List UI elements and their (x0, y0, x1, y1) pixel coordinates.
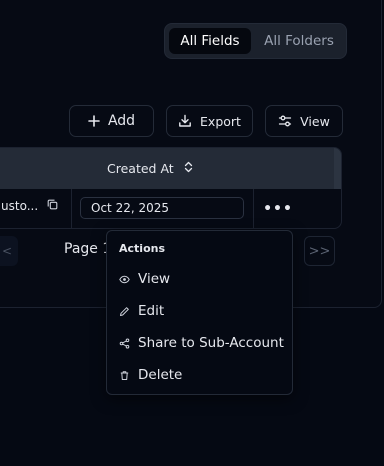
all-fields-tab[interactable]: All Fields (169, 28, 251, 54)
chevron-left-icon: < (1, 244, 12, 258)
fields-table: Created At usto... Oct 22, 2025 ••• (0, 147, 342, 229)
copy-icon[interactable] (47, 199, 58, 213)
menu-item-share[interactable]: Share to Sub-Account (111, 330, 288, 356)
eye-icon (119, 274, 130, 285)
menu-item-label: Delete (138, 367, 183, 383)
menu-item-label: Edit (138, 303, 165, 319)
column-divider (71, 189, 72, 228)
share-icon (119, 338, 130, 349)
actions-menu: Actions View Edit Share to Sub-Account D… (106, 230, 293, 395)
sliders-icon (278, 114, 292, 128)
fields-folders-toggle: All Fields All Folders (164, 23, 347, 59)
table-header: Created At (0, 148, 341, 189)
last-page-button[interactable]: >> (304, 236, 335, 266)
download-icon (178, 114, 192, 128)
header-scroll-area (334, 148, 341, 189)
menu-item-label: View (138, 271, 171, 287)
view-label: View (300, 113, 330, 129)
add-label: Add (107, 113, 136, 129)
sort-icon (184, 161, 193, 176)
table-row: usto... Oct 22, 2025 ••• (0, 189, 341, 228)
menu-item-edit[interactable]: Edit (111, 298, 288, 324)
export-label: Export (200, 113, 241, 129)
menu-item-label: Share to Sub-Account (138, 335, 284, 351)
double-chevron-right-icon: >> (308, 243, 331, 259)
column-header-label: Created At (107, 161, 174, 176)
menu-title: Actions (119, 242, 165, 255)
all-folders-tab[interactable]: All Folders (255, 28, 343, 54)
column-header-created-at[interactable]: Created At (107, 148, 193, 189)
name-value: usto... (1, 199, 39, 213)
add-button[interactable]: Add (69, 105, 154, 137)
page-indicator: Page 1 (64, 241, 112, 257)
view-options-button[interactable]: View (265, 105, 343, 137)
plus-icon (88, 115, 100, 127)
menu-item-view[interactable]: View (111, 266, 288, 292)
previous-page-button[interactable]: < (0, 236, 18, 266)
row-actions-button[interactable]: ••• (263, 199, 292, 219)
pencil-icon (119, 306, 130, 317)
trash-icon (119, 370, 130, 381)
menu-item-delete[interactable]: Delete (111, 362, 288, 388)
name-cell: usto... (1, 199, 58, 213)
created-at-field[interactable]: Oct 22, 2025 (80, 197, 244, 219)
column-divider (253, 189, 254, 228)
export-button[interactable]: Export (166, 105, 253, 137)
